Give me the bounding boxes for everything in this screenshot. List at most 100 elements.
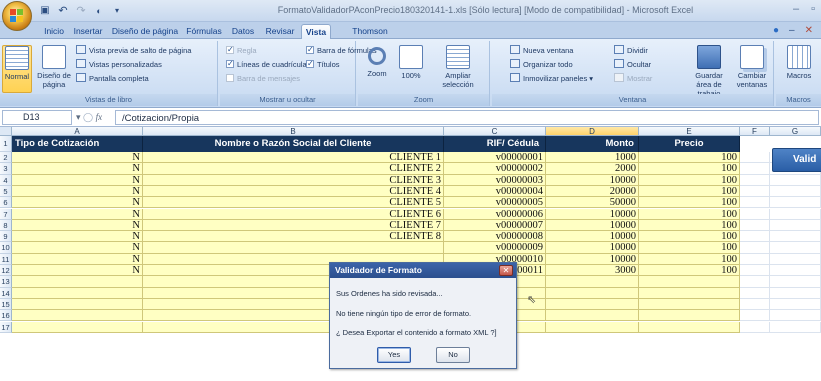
- column-header-c[interactable]: C: [444, 127, 546, 136]
- cell-nombre[interactable]: [143, 242, 444, 254]
- row-header[interactable]: 6: [0, 197, 12, 209]
- empty-cell[interactable]: [546, 310, 639, 322]
- validate-button[interactable]: Valid: [772, 148, 821, 172]
- empty-cell[interactable]: [740, 276, 770, 288]
- cell-tipo[interactable]: N: [12, 163, 143, 175]
- zoom-button[interactable]: Zoom: [362, 45, 392, 78]
- ruler-checkbox[interactable]: Regla: [226, 44, 257, 57]
- tab-thomson-reuters[interactable]: Thomson Reuters: [338, 24, 402, 50]
- empty-cell[interactable]: [740, 253, 770, 265]
- cell-tipo[interactable]: N: [12, 231, 143, 243]
- empty-cell[interactable]: [546, 321, 639, 333]
- column-header-g[interactable]: G: [770, 127, 821, 136]
- row-header[interactable]: 13: [0, 276, 12, 288]
- empty-cell[interactable]: [770, 310, 821, 322]
- column-header-d[interactable]: D: [546, 127, 639, 136]
- row-header[interactable]: 5: [0, 185, 12, 198]
- empty-cell[interactable]: [770, 253, 821, 265]
- cell-nombre[interactable]: CLIENTE 3: [143, 174, 444, 186]
- custom-views-button[interactable]: Vistas personalizadas: [76, 59, 162, 71]
- cell-precio[interactable]: 100: [639, 219, 740, 232]
- row-header[interactable]: 11: [0, 253, 12, 265]
- save-workspace-button[interactable]: Guardar área de trabajo: [688, 45, 730, 98]
- empty-cell[interactable]: [770, 265, 821, 277]
- name-box-dropdown-icon[interactable]: ▾: [76, 112, 81, 122]
- empty-cell[interactable]: [770, 185, 821, 198]
- ribbon-close-icon[interactable]: ✕: [805, 25, 813, 36]
- cell-rif[interactable]: v00000005: [444, 197, 546, 209]
- office-button[interactable]: [2, 1, 32, 31]
- cell-rif[interactable]: v00000008: [444, 231, 546, 243]
- cell-precio[interactable]: 100: [639, 265, 740, 277]
- empty-cell[interactable]: [639, 287, 740, 299]
- zoom-100-button[interactable]: 100%: [396, 45, 426, 80]
- empty-cell[interactable]: [740, 310, 770, 322]
- cell-monto[interactable]: 10000: [546, 219, 639, 232]
- cell-monto[interactable]: 10000: [546, 231, 639, 243]
- empty-cell[interactable]: [639, 298, 740, 311]
- cell-rif[interactable]: v00000007: [444, 219, 546, 232]
- cell-rif[interactable]: v00000003: [444, 174, 546, 186]
- column-header-b[interactable]: B: [143, 127, 444, 136]
- empty-cell[interactable]: [740, 174, 770, 186]
- empty-cell[interactable]: [740, 219, 770, 232]
- row-header[interactable]: 15: [0, 298, 12, 311]
- full-screen-button[interactable]: Pantalla completa: [76, 73, 149, 85]
- row-header[interactable]: 1: [0, 136, 12, 152]
- cell-nombre[interactable]: CLIENTE 2: [143, 163, 444, 175]
- empty-cell[interactable]: [770, 276, 821, 288]
- cell-rif[interactable]: v00000009: [444, 242, 546, 254]
- switch-windows-button[interactable]: Cambiar ventanas: [732, 45, 772, 89]
- cell-monto[interactable]: 20000: [546, 185, 639, 198]
- cell-rif[interactable]: v00000002: [444, 163, 546, 175]
- close-icon[interactable]: ✕: [499, 265, 513, 276]
- cell-tipo[interactable]: N: [12, 242, 143, 254]
- row-header[interactable]: 7: [0, 208, 12, 220]
- header-nombre[interactable]: Nombre o Razón Social del Cliente: [143, 136, 444, 152]
- empty-cell[interactable]: [770, 298, 821, 311]
- header-rif[interactable]: RIF/ Cédula: [444, 136, 546, 152]
- empty-cell[interactable]: [740, 242, 770, 254]
- name-box[interactable]: D13: [2, 110, 72, 125]
- cell-rif[interactable]: v00000004: [444, 185, 546, 198]
- cell-rif[interactable]: v00000006: [444, 208, 546, 220]
- normal-view-button[interactable]: Normal: [2, 45, 32, 93]
- cell-precio[interactable]: 100: [639, 174, 740, 186]
- cell-monto[interactable]: 1000: [546, 152, 639, 164]
- formula-input[interactable]: /Cotizacion/Propia: [115, 110, 819, 125]
- no-button[interactable]: No: [436, 347, 470, 363]
- cell-tipo[interactable]: N: [12, 208, 143, 220]
- cell-monto[interactable]: 10000: [546, 253, 639, 265]
- hide-button[interactable]: Ocultar: [614, 59, 651, 71]
- row-header[interactable]: 17: [0, 321, 12, 333]
- yes-button[interactable]: Yes: [377, 347, 411, 363]
- empty-cell[interactable]: [740, 185, 770, 198]
- macros-button[interactable]: Macros: [782, 45, 816, 80]
- cell-rif[interactable]: v00000001: [444, 152, 546, 164]
- cell-tipo[interactable]: N: [12, 197, 143, 209]
- tab-datos[interactable]: Datos: [228, 24, 258, 39]
- row-header[interactable]: 8: [0, 219, 12, 232]
- row-header[interactable]: 12: [0, 265, 12, 277]
- empty-cell[interactable]: [740, 287, 770, 299]
- tab-diseno-pagina[interactable]: Diseño de página: [110, 24, 180, 39]
- empty-cell[interactable]: [12, 276, 143, 288]
- row-header[interactable]: 16: [0, 310, 12, 322]
- page-layout-button[interactable]: Diseño de página: [36, 45, 72, 89]
- cell-monto[interactable]: 2000: [546, 163, 639, 175]
- new-window-button[interactable]: Nueva ventana: [510, 45, 573, 57]
- cell-tipo[interactable]: N: [12, 152, 143, 164]
- empty-cell[interactable]: [12, 310, 143, 322]
- cell-monto[interactable]: 3000: [546, 265, 639, 277]
- empty-cell[interactable]: [12, 321, 143, 333]
- cell-monto[interactable]: 10000: [546, 242, 639, 254]
- empty-cell[interactable]: [12, 287, 143, 299]
- fx-icon[interactable]: fx: [96, 112, 103, 122]
- headings-checkbox[interactable]: Títulos: [306, 58, 340, 71]
- cell-monto[interactable]: 10000: [546, 208, 639, 220]
- empty-cell[interactable]: [639, 321, 740, 333]
- message-bar-checkbox[interactable]: Barra de mensajes: [226, 73, 300, 85]
- help-icon[interactable]: ●: [773, 25, 779, 36]
- cell-nombre[interactable]: CLIENTE 5: [143, 197, 444, 209]
- column-header-a[interactable]: A: [12, 127, 143, 136]
